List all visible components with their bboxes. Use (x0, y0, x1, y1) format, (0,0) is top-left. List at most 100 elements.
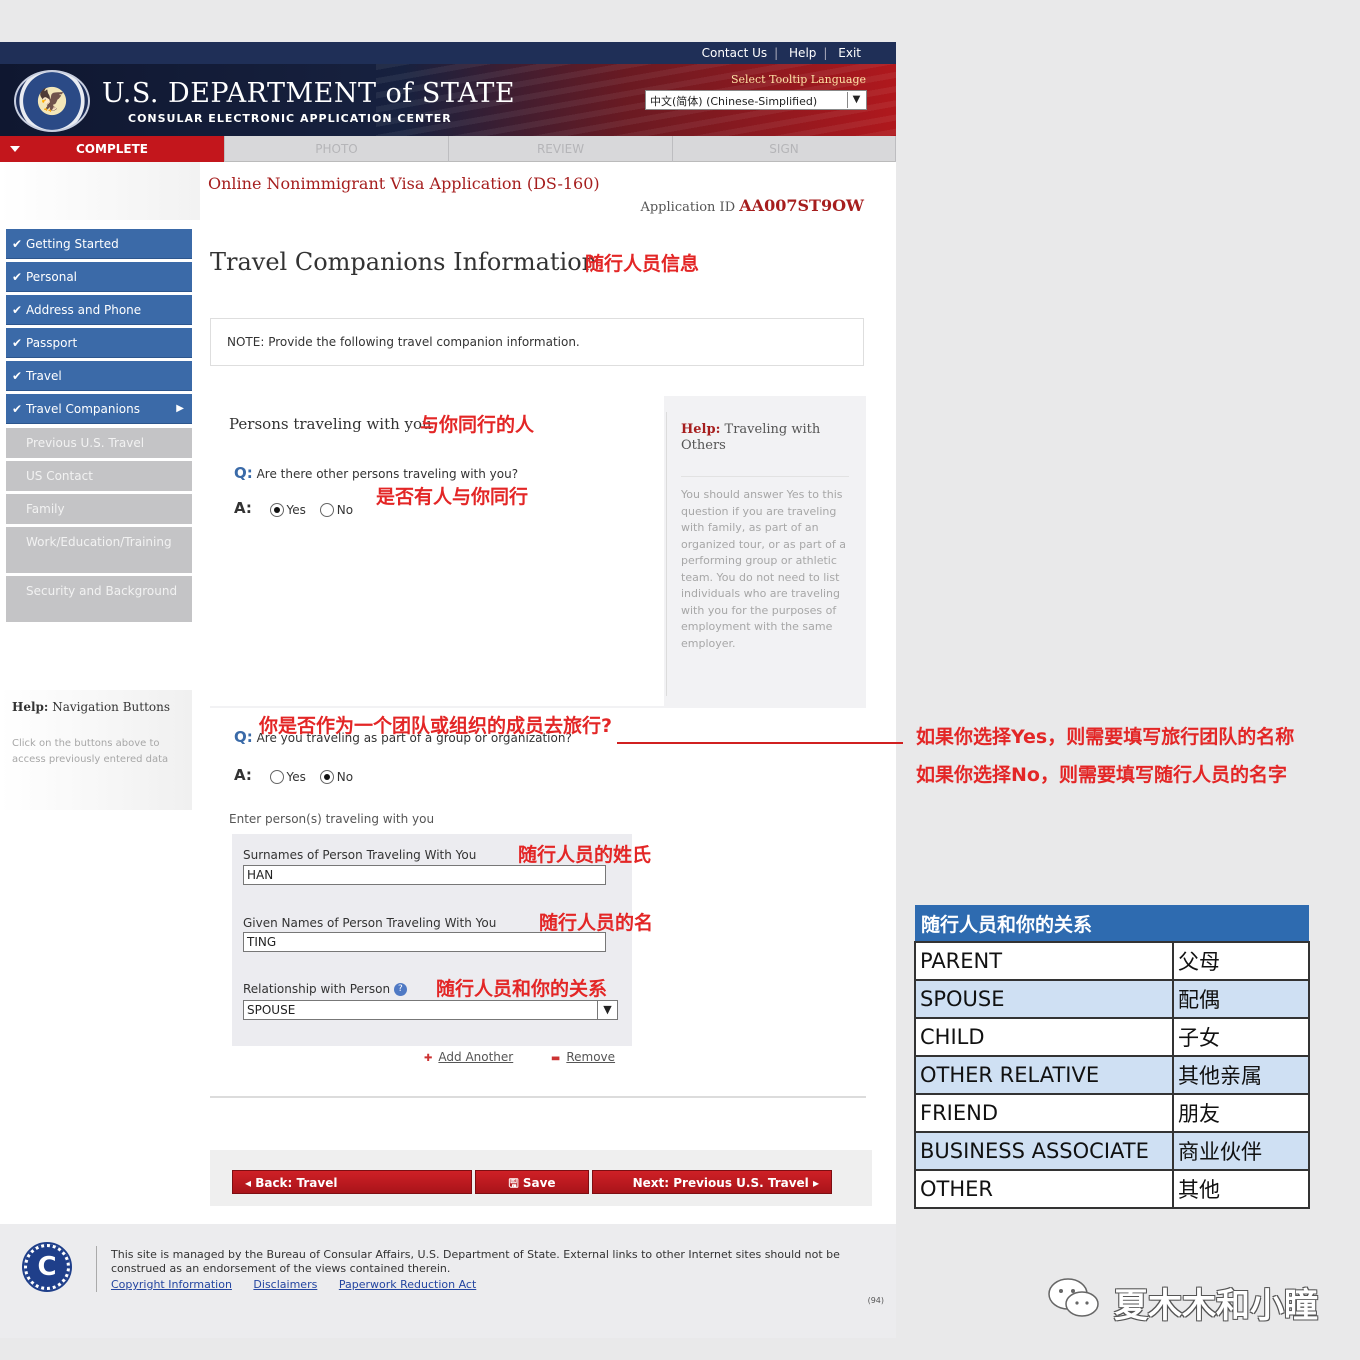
table-header-row: 随行人员和你的关系 (915, 905, 1309, 942)
annotation-persons: 与你同行的人 (420, 414, 535, 436)
navigation-help-panel: Help: Navigation Buttons Click on the bu… (0, 690, 192, 810)
department-subtitle: CONSULAR ELECTRONIC APPLICATION CENTER (128, 112, 452, 125)
save-icon: 🖫 (508, 1176, 523, 1190)
help-text: You should answer Yes to this question i… (681, 476, 849, 652)
annotation-q2: 你是否作为一个团队或组织的成员去旅行? (259, 715, 613, 737)
relationship-label: Relationship with Person ? (243, 982, 407, 996)
sidebar-item-travel-companions[interactable]: ✔ Travel Companions ▶ (6, 394, 192, 424)
table-row: PARENT 父母 (914, 941, 1310, 981)
radio-label-yes: Yes (286, 502, 306, 517)
tab-sign[interactable]: SIGN (673, 136, 896, 162)
site-header: 🦅 U.S. DEPARTMENT of STATE CONSULAR ELEC… (0, 64, 896, 136)
radio-no-other-persons[interactable] (319, 502, 334, 517)
minus-icon: ▬ (550, 1053, 561, 1064)
table-row: BUSINESS ASSOCIATE 商业伙伴 (914, 1131, 1310, 1171)
radio-label-no: No (336, 502, 354, 517)
relationship-cn: 配偶 (1172, 979, 1310, 1019)
tab-photo[interactable]: PHOTO (225, 136, 449, 162)
sidebar-item-getting-started[interactable]: ✔ Getting Started (6, 229, 192, 259)
relationship-en: PARENT (914, 941, 1174, 981)
footer-code: (94) (867, 1296, 884, 1305)
annotation-title: 随行人员信息 (585, 253, 700, 275)
sidebar-item-passport[interactable]: ✔ Passport (6, 328, 192, 358)
relationship-en: SPOUSE (914, 979, 1174, 1019)
add-another-link[interactable]: Add Another (438, 1050, 513, 1064)
back-button[interactable]: ◂ Back: Travel (232, 1170, 472, 1194)
tab-complete[interactable]: COMPLETE (0, 136, 225, 162)
help-link[interactable]: Help (789, 46, 816, 60)
table-header: 随行人员和你的关系 (915, 905, 1309, 942)
given-names-label: Given Names of Person Traveling With You (243, 916, 497, 930)
checkmark-icon: ✔ (12, 270, 23, 284)
question-text: Are there other persons traveling with y… (256, 467, 519, 481)
question-marker: Q: (234, 728, 253, 746)
sidebar-item-security-background[interactable]: Security and Background (6, 576, 192, 622)
checkmark-icon: ✔ (12, 369, 23, 383)
relationship-cn: 其他亲属 (1172, 1055, 1310, 1095)
help-icon[interactable]: ? (393, 983, 407, 996)
note-box: NOTE: Provide the following travel compa… (210, 318, 864, 366)
next-button[interactable]: Next: Previous U.S. Travel ▸ (592, 1170, 832, 1194)
watermark: 夏木木和小瞳 (1042, 1270, 1342, 1330)
department-title: U.S. DEPARTMENT of STATE (102, 78, 516, 109)
annotation-given: 随行人员的名 (539, 912, 654, 934)
sidebar-item-label: Work/Education/Training (26, 535, 172, 549)
chevron-right-icon: ▸ (808, 1176, 819, 1190)
back-button-label: Back: Travel (255, 1176, 338, 1190)
relationship-select[interactable]: SPOUSE ▼ (243, 1000, 618, 1020)
answer-other-persons: A: Yes No (234, 499, 363, 517)
section-heading: Persons traveling with you (229, 415, 432, 433)
radio-yes-group[interactable] (269, 769, 284, 784)
help-title: Help: Traveling with Others (681, 422, 851, 454)
save-button[interactable]: 🖫 Save (475, 1170, 589, 1194)
sidebar-item-personal[interactable]: ✔ Personal (6, 262, 192, 292)
help-title-text: Navigation Buttons (52, 700, 171, 714)
sidebar-item-label: Address and Phone (26, 303, 142, 317)
tab-review[interactable]: REVIEW (449, 136, 673, 162)
relationship-cn: 其他 (1172, 1169, 1310, 1209)
sidebar-item-address-phone[interactable]: ✔ Address and Phone (6, 295, 192, 325)
top-links: Contact Us | Help | Exit (701, 46, 861, 60)
annotation-q1: 是否有人与你同行 (376, 486, 529, 508)
given-names-input[interactable]: TING (243, 932, 606, 952)
copyright-link[interactable]: Copyright Information (111, 1278, 232, 1291)
relationship-cn: 父母 (1172, 941, 1310, 981)
table-row: CHILD 子女 (914, 1017, 1310, 1057)
surname-input[interactable]: HAN (243, 865, 606, 885)
application-id: Application ID AA007ST9OW (640, 196, 864, 215)
tab-complete-label: COMPLETE (76, 142, 148, 156)
sidebar-item-family[interactable]: Family (6, 494, 192, 524)
navigation-help-text: Click on the buttons above to access pre… (12, 738, 169, 765)
table-row: OTHER RELATIVE 其他亲属 (914, 1055, 1310, 1095)
relationship-cn: 朋友 (1172, 1093, 1310, 1133)
remove-link[interactable]: Remove (566, 1050, 615, 1064)
sidebar-item-us-contact[interactable]: US Contact (6, 461, 192, 491)
navigation-help-title: Help: Navigation Buttons (12, 700, 170, 714)
relationship-value: SPOUSE (247, 1003, 296, 1017)
radio-no-group[interactable] (319, 769, 334, 784)
tooltip-language-select[interactable]: 中文(简体) (Chinese-Simplified) ▼ (645, 90, 867, 110)
traveling-help-panel: Help: Traveling with Others You should a… (666, 412, 862, 696)
radio-yes-other-persons[interactable] (269, 502, 284, 517)
checkmark-icon: ✔ (12, 336, 23, 350)
watermark-text: 夏木木和小瞳 (1114, 1286, 1318, 1326)
sidebar-item-previous-us-travel[interactable]: Previous U.S. Travel (6, 428, 192, 458)
navigation-button-bar: ◂ Back: Travel 🖫 Save Next: Previous U.S… (210, 1150, 872, 1206)
annotation-connector-line (617, 742, 903, 744)
relationship-cn: 子女 (1172, 1017, 1310, 1057)
contact-us-link[interactable]: Contact Us (702, 46, 768, 60)
exit-link[interactable]: Exit (838, 46, 861, 60)
help-prefix: Help: (681, 422, 721, 437)
disclaimers-link[interactable]: Disclaimers (253, 1278, 317, 1291)
sidebar-spacer (0, 162, 200, 220)
language-value: 中文(简体) (Chinese-Simplified) (650, 95, 818, 108)
question-marker: Q: (234, 464, 253, 482)
table-row: OTHER 其他 (914, 1169, 1310, 1209)
sidebar-item-work-education[interactable]: Work/Education/Training (6, 527, 192, 573)
paperwork-link[interactable]: Paperwork Reduction Act (339, 1278, 476, 1291)
relationship-en: CHILD (914, 1017, 1174, 1057)
sidebar-item-label: Travel Companions (26, 402, 141, 416)
footer-text: This site is managed by the Bureau of Co… (111, 1248, 840, 1275)
page-title: Travel Companions Information (210, 248, 598, 276)
sidebar-item-travel[interactable]: ✔ Travel (6, 361, 192, 391)
